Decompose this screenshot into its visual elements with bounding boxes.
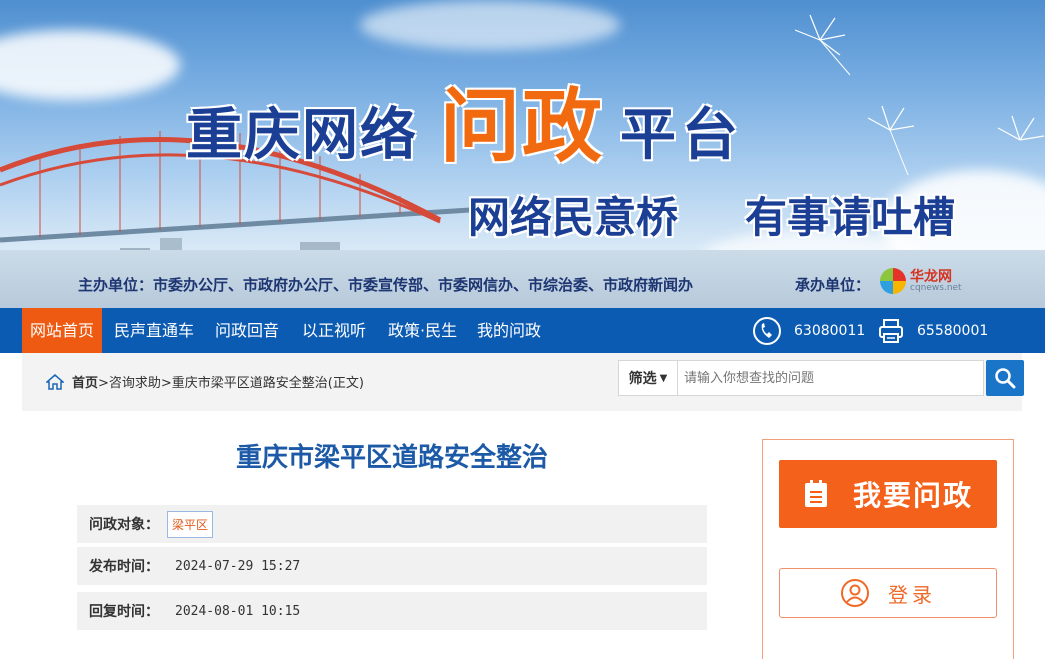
published-label: 发布时间： [89, 559, 159, 575]
hualong-logo-icon [880, 268, 906, 294]
nav-item-fact-check[interactable]: 以正视听 [302, 308, 366, 353]
caret-down-icon: ▼ [659, 372, 668, 384]
slogan-left: 网络民意桥 [468, 193, 679, 242]
search-icon [995, 368, 1016, 389]
ask-question-label: 我要问政 [852, 479, 973, 512]
info-row-replied: 回复时间： 2024-08-01 10:15 [77, 592, 707, 630]
document-icon [804, 480, 827, 507]
nav-item-policy[interactable]: 政策·民生 [388, 308, 457, 353]
filter-dropdown[interactable]: 筛选 ▼ [618, 360, 678, 396]
user-icon [841, 579, 869, 607]
breadcrumb-bar: 首页 >咨询求助>重庆市梁平区道路安全整治(正文) 筛选 ▼ [22, 353, 1024, 411]
hualong-logo[interactable]: 华龙网 cqnews.net [880, 268, 962, 294]
main-nav: 网站首页 民声直通车 问政回音 以正视听 政策·民生 我的问政 63080011… [0, 308, 1045, 353]
site-title-part2: 问政 [440, 80, 604, 173]
hualong-logo-domain: cqnews.net [910, 282, 962, 293]
nav-item-my-inquiries[interactable]: 我的问政 [477, 308, 541, 353]
cloud-decoration [0, 30, 180, 100]
published-value: 2024-07-29 15:27 [175, 558, 301, 574]
dandelion-decoration [867, 105, 915, 176]
site-title: 重庆网络 问政 平台 [186, 62, 744, 178]
breadcrumb-home-link[interactable]: 首页 [72, 372, 98, 391]
nav-item-replies[interactable]: 问政回音 [215, 308, 279, 353]
search-button[interactable] [986, 360, 1024, 396]
search-box: 筛选 ▼ [618, 360, 1024, 396]
filter-label: 筛选 [628, 371, 657, 387]
login-button[interactable]: 登录 [779, 568, 997, 618]
phone-number: 63080011 [794, 322, 866, 339]
login-label: 登录 [888, 582, 936, 607]
sponsors-text: 主办单位：市委办公厅、市政府办公厅、市委宣传部、市委网信办、市综治委、市政府新闻… [78, 276, 694, 294]
nav-item-home[interactable]: 网站首页 [22, 308, 103, 353]
printer-icon [879, 318, 903, 343]
article-title: 重庆市梁平区道路安全整治 [235, 443, 548, 473]
site-banner: 重庆网络 问政 平台 网络民意桥 有事请吐槽 主办单位：市委办公厅、市政府办公厅… [0, 0, 1045, 308]
main-content: 重庆市梁平区道路安全整治 问政对象： 梁平区 发布时间： 2024-07-29 … [22, 411, 1022, 659]
hualong-logo-name: 华龙网 [910, 268, 952, 285]
site-title-part3: 平台 [620, 103, 744, 168]
info-row-target: 问政对象： 梁平区 [77, 505, 707, 543]
home-icon [46, 373, 64, 390]
ask-question-button[interactable]: 我要问政 [779, 460, 997, 528]
replied-label: 回复时间： [89, 604, 159, 620]
site-title-part1: 重庆网络 [186, 103, 418, 168]
slogan-right: 有事请吐槽 [745, 193, 956, 242]
search-input[interactable] [678, 360, 984, 396]
breadcrumb-path: >咨询求助>重庆市梁平区道路安全整治(正文) [98, 376, 364, 391]
organizer-label: 承办单位： [795, 276, 871, 294]
breadcrumb: 首页 >咨询求助>重庆市梁平区道路安全整治(正文) [46, 372, 364, 391]
dandelion-decoration [794, 14, 851, 76]
cloud-decoration [360, 0, 620, 50]
fax-number: 65580001 [917, 322, 989, 339]
replied-value: 2024-08-01 10:15 [175, 603, 301, 619]
info-row-published: 发布时间： 2024-07-29 15:27 [77, 547, 707, 585]
target-tag[interactable]: 梁平区 [167, 510, 214, 538]
nav-item-voice-express[interactable]: 民声直通车 [114, 308, 194, 353]
fax-contact: 65580001 [877, 308, 988, 353]
phone-contact: 63080011 [752, 308, 865, 353]
phone-icon [753, 316, 781, 345]
sidebar-panel: 我要问政 登录 [762, 439, 1014, 659]
target-label: 问政对象： [89, 517, 159, 533]
dandelion-decoration [997, 115, 1045, 141]
